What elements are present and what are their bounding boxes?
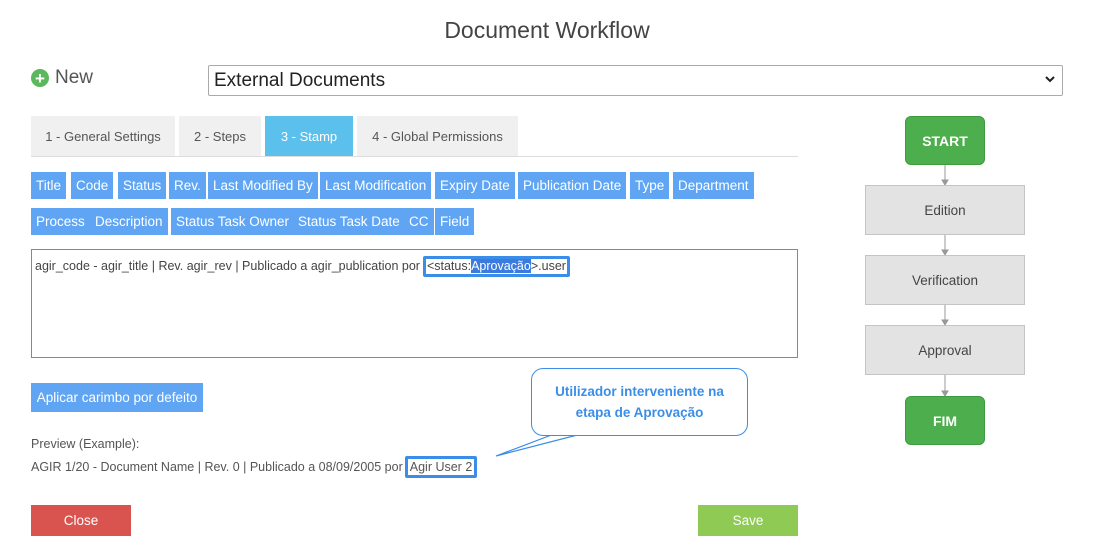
chevron-down-icon — [1044, 73, 1056, 88]
field-button-last-modified-by[interactable]: Last Modified By — [208, 172, 318, 199]
stamp-textarea[interactable]: agir_code - agir_title | Rev. agir_rev |… — [31, 249, 798, 358]
preview-text: AGIR 1/20 - Document Name | Rev. 0 | Pub… — [31, 456, 478, 478]
save-button[interactable]: Save — [698, 505, 798, 536]
field-button-department[interactable]: Department — [673, 172, 754, 199]
stamp-token-selected: Aprovação — [471, 259, 531, 273]
field-button-description[interactable]: Description — [90, 208, 168, 235]
stamp-text: agir_code - agir_title | Rev. agir_rev |… — [35, 259, 420, 273]
field-button-expiry-date[interactable]: Expiry Date — [435, 172, 515, 199]
close-button[interactable]: Close — [31, 505, 131, 536]
tab-general-settings[interactable]: 1 - General Settings — [31, 116, 175, 156]
workflow-select-value: External Documents — [214, 69, 386, 91]
field-button-title[interactable]: Title — [31, 172, 67, 199]
field-button-rev[interactable]: Rev. — [169, 172, 206, 199]
field-button-last-modification[interactable]: Last Modification — [320, 172, 432, 199]
preview-text-main: AGIR 1/20 - Document Name | Rev. 0 | Pub… — [31, 460, 403, 474]
flow-step-verification[interactable]: Verification — [865, 255, 1025, 305]
preview-highlight: Agir User 2 — [404, 456, 478, 478]
field-button-process[interactable]: Process — [31, 208, 90, 235]
new-label: New — [55, 67, 94, 88]
flow-step-edition[interactable]: Edition — [865, 185, 1025, 235]
flow-end-node[interactable]: FIM — [905, 396, 985, 445]
field-button-code[interactable]: Code — [71, 172, 114, 199]
tab-steps[interactable]: 2 - Steps — [179, 116, 261, 156]
flow-step-approval[interactable]: Approval — [865, 325, 1025, 375]
stamp-token-prefix: <status: — [426, 259, 472, 273]
field-button-status[interactable]: Status — [118, 172, 167, 199]
stamp-token-highlight: <status:Aprovação>.user — [422, 256, 570, 277]
tab-bar: 1 - General Settings 2 - Steps 3 - Stamp… — [31, 116, 798, 157]
field-button-publication-date[interactable]: Publication Date — [518, 172, 627, 199]
tab-global-permissions[interactable]: 4 - Global Permissions — [357, 116, 518, 156]
tab-stamp[interactable]: 3 - Stamp — [265, 116, 353, 156]
plus-circle-icon: + — [31, 69, 49, 87]
new-workflow-button[interactable]: + New — [31, 67, 93, 89]
annotation-callout: Utilizador interveniente na etapa de Apr… — [531, 368, 748, 436]
field-button-status-task-date[interactable]: Status Task Date — [293, 208, 405, 235]
workflow-select[interactable]: External Documents — [208, 65, 1063, 96]
page-title: Document Workflow — [444, 17, 650, 43]
field-button-cc[interactable]: CC — [404, 208, 434, 235]
stamp-token-suffix: >.user — [530, 259, 566, 273]
preview-label: Preview (Example): — [31, 437, 140, 451]
apply-default-stamp-button[interactable]: Aplicar carimbo por defeito — [31, 383, 203, 412]
field-button-status-task-owner[interactable]: Status Task Owner — [171, 208, 295, 235]
field-button-type[interactable]: Type — [630, 172, 670, 199]
flow-start-node[interactable]: START — [905, 116, 985, 165]
field-button-field[interactable]: Field — [435, 208, 475, 235]
